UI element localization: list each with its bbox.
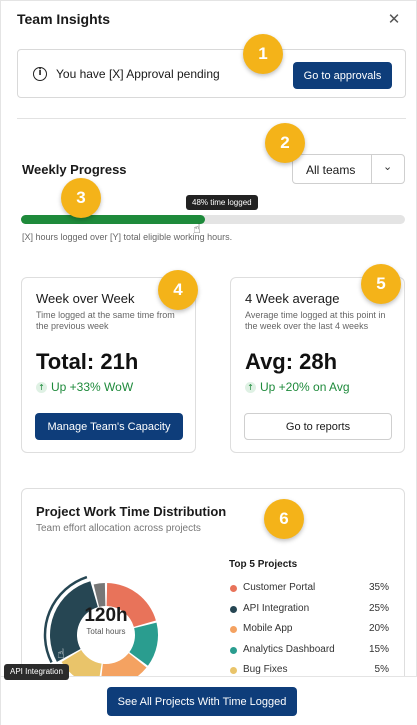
card-title: 4 Week average — [245, 291, 340, 306]
legend-label: Bug Fixes — [243, 664, 288, 675]
card-title: Week over Week — [36, 291, 135, 306]
legend-percent: 5% — [374, 664, 389, 675]
legend-swatch — [230, 667, 237, 674]
team-insights-panel: Team Insights ✕ i You have [X] Approval … — [0, 0, 417, 725]
legend-label: API Integration — [243, 602, 310, 614]
card-value: Total: 21h — [36, 349, 139, 374]
manage-capacity-button[interactable]: Manage Team's Capacity — [35, 413, 183, 440]
top-projects-heading: Top 5 Projects — [229, 559, 298, 570]
legend-item[interactable]: Analytics Dashboard 15% — [229, 644, 389, 665]
chevron-down-icon[interactable]: ⌄ — [383, 160, 392, 173]
legend-label: Analytics Dashboard — [243, 643, 335, 655]
card-subtitle: Time logged at the same time from the pr… — [36, 310, 175, 331]
go-to-reports-button[interactable]: Go to reports — [244, 413, 392, 440]
legend-percent: 35% — [368, 582, 389, 593]
footer-bar: See All Projects With Time Logged — [1, 676, 417, 725]
panel-header: Team Insights ✕ — [17, 11, 404, 31]
total-hours-value: 120h — [84, 605, 128, 626]
total-hours-label: Total hours — [86, 627, 126, 636]
legend-label: Mobile App — [243, 623, 293, 634]
team-select-separator — [371, 155, 372, 183]
legend-swatch — [230, 585, 237, 592]
team-select[interactable]: All teams ⌄ — [292, 154, 405, 184]
distribution-title: Project Work Time Distribution — [36, 504, 227, 519]
see-all-projects-button[interactable]: See All Projects With Time Logged — [107, 687, 297, 716]
card-subtitle: Average time logged at this point in the… — [245, 310, 386, 331]
approval-message: You have [X] Approval pending — [56, 67, 220, 81]
legend-item[interactable]: Mobile App 20% — [229, 623, 389, 644]
card-trend-text: Up +33% WoW — [51, 380, 134, 394]
go-to-approvals-button[interactable]: Go to approvals — [293, 62, 392, 89]
distribution-subtitle: Team effort allocation across projects — [36, 523, 201, 534]
panel-title: Team Insights — [17, 11, 111, 27]
step-badge: 1 — [243, 34, 283, 74]
step-badge: 5 — [361, 264, 401, 304]
approval-alert: i You have [X] Approval pending Go to ap… — [17, 49, 406, 98]
projects-legend: Customer Portal 35% API Integration 25% Mobi… — [229, 582, 389, 685]
card-trend: ↑ Up +33% WoW — [36, 380, 133, 394]
step-badge: 6 — [264, 499, 304, 539]
legend-item[interactable]: API Integration 25% — [229, 603, 389, 624]
step-badge: 3 — [61, 178, 101, 218]
hand-cursor-icon: ☝ — [57, 647, 65, 662]
card-trend-text: Up +20% on Avg — [260, 380, 350, 394]
close-icon[interactable]: ✕ — [384, 10, 404, 30]
card-value: Avg: 28h — [245, 349, 338, 374]
legend-percent: 20% — [368, 623, 389, 634]
divider — [17, 118, 406, 119]
weekly-progress-title: Weekly Progress — [22, 162, 127, 177]
legend-swatch — [230, 605, 237, 613]
legend-percent: 15% — [368, 643, 389, 655]
legend-percent: 25% — [368, 602, 389, 614]
step-badge: 2 — [265, 123, 305, 163]
legend-label: Customer Portal — [243, 582, 316, 593]
arrow-up-icon: ↑ — [36, 382, 47, 393]
donut-hover-tooltip: API Integration — [4, 664, 69, 680]
card-trend: ↑ Up +20% on Avg — [245, 380, 350, 394]
step-badge: 4 — [158, 270, 198, 310]
progress-fill[interactable] — [21, 215, 206, 224]
legend-swatch — [230, 646, 237, 654]
progress-tooltip: 48% time logged — [186, 195, 258, 210]
info-icon: i — [33, 67, 47, 81]
progress-caption: [X] hours logged over [Y] total eligible… — [22, 232, 233, 242]
team-select-value: All teams — [306, 163, 356, 177]
legend-swatch — [230, 626, 237, 633]
legend-item[interactable]: Customer Portal 35% — [229, 582, 389, 603]
arrow-up-icon: ↑ — [245, 382, 256, 393]
